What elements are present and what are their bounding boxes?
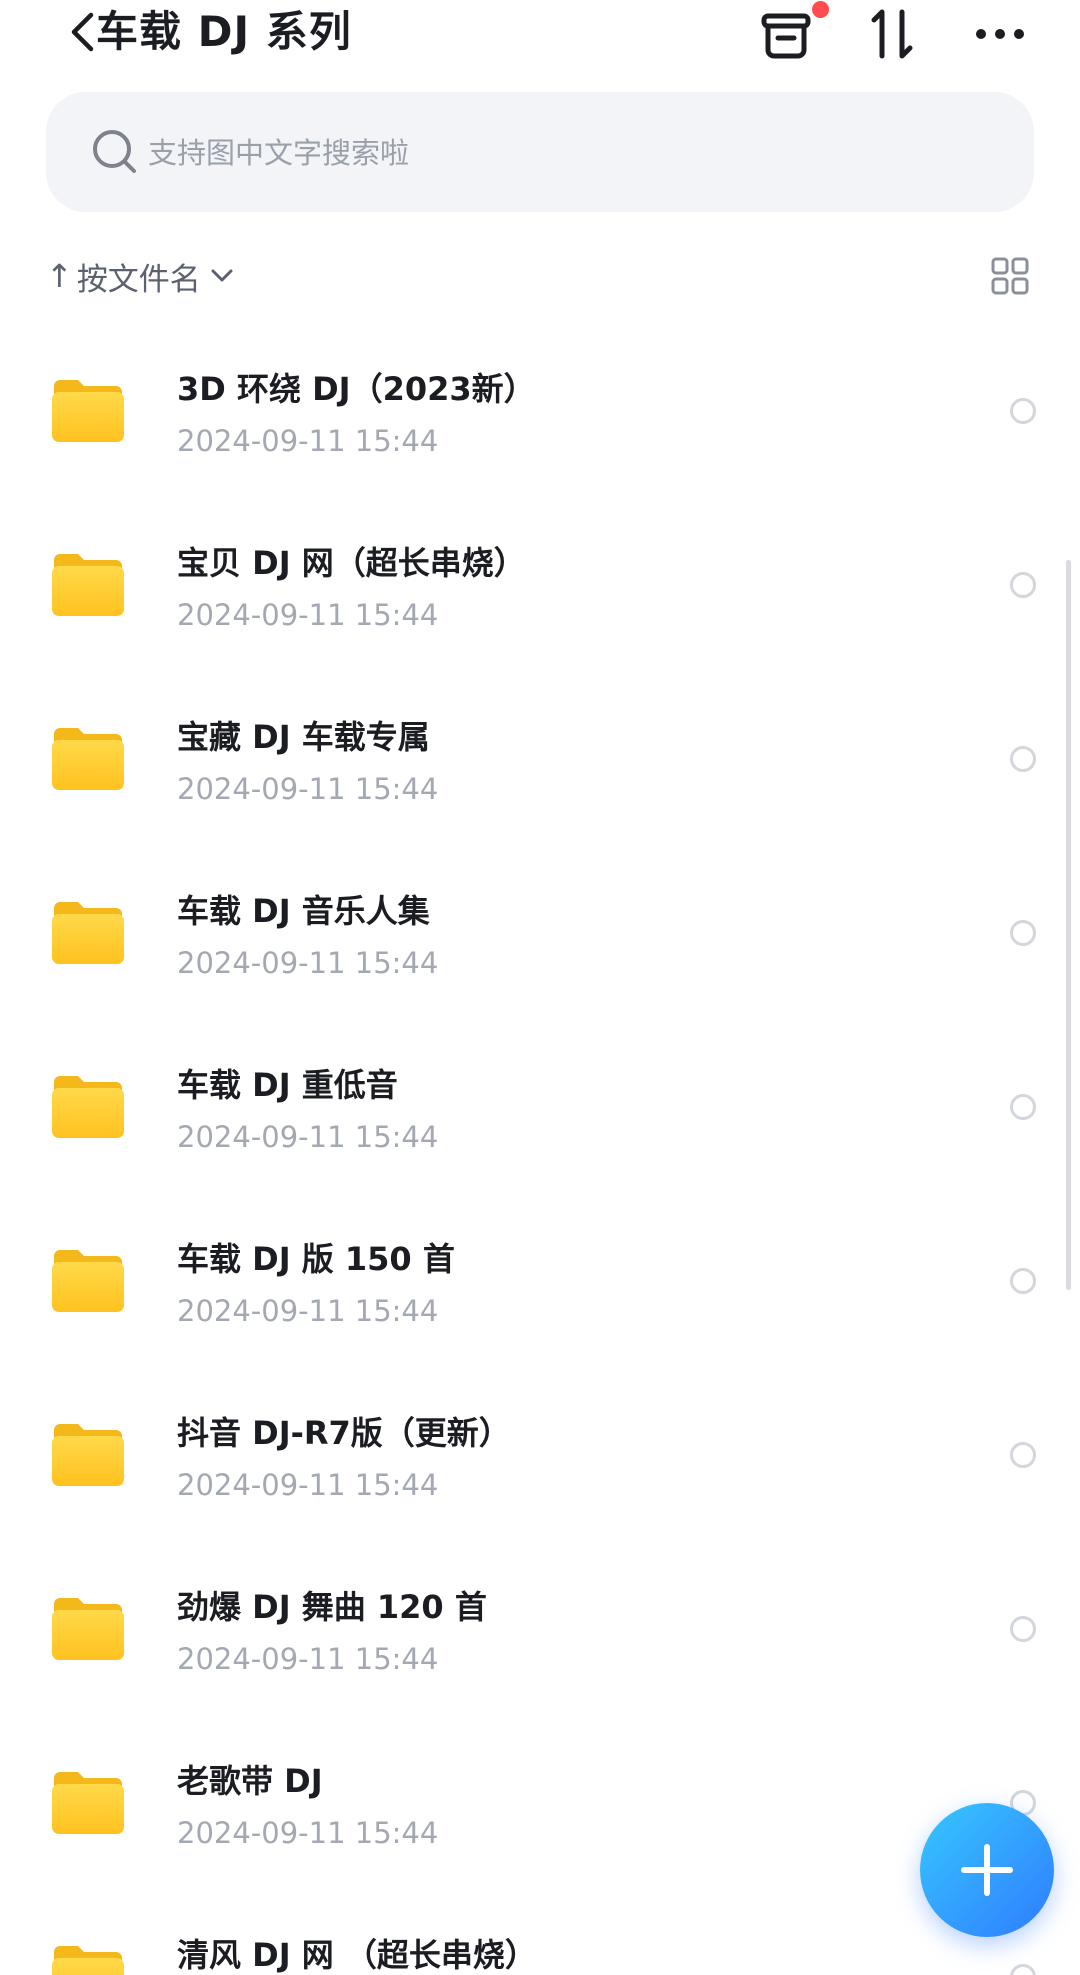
add-button[interactable] <box>920 1803 1054 1937</box>
select-radio[interactable] <box>1010 572 1036 598</box>
item-date: 2024-09-11 15:44 <box>177 598 439 632</box>
select-radio[interactable] <box>1010 746 1036 772</box>
chevron-left-icon <box>71 12 94 52</box>
folder-icon <box>52 1424 124 1486</box>
item-name: 老歌带 DJ <box>177 1762 323 1800</box>
folder-icon <box>52 554 124 616</box>
list-item[interactable]: 车载 DJ 版 150 首 2024-09-11 15:44 <box>0 1200 1080 1374</box>
page-title: 车载 DJ 系列 <box>96 7 352 56</box>
notification-dot <box>812 1 829 18</box>
folder-icon <box>52 902 124 964</box>
sort-toggle-icon <box>871 9 913 59</box>
item-name: 车载 DJ 版 150 首 <box>177 1240 455 1278</box>
item-date: 2024-09-11 15:44 <box>177 1468 439 1502</box>
search-bar[interactable] <box>46 92 1034 212</box>
sort-toggle-button[interactable] <box>862 4 922 64</box>
item-date: 2024-09-11 15:44 <box>177 424 439 458</box>
item-name: 抖音 DJ-R7版（更新） <box>177 1414 511 1452</box>
folder-icon <box>52 1946 124 1975</box>
list-item[interactable]: 劲爆 DJ 舞曲 120 首 2024-09-11 15:44 <box>0 1548 1080 1722</box>
item-date: 2024-09-11 15:44 <box>177 1120 439 1154</box>
sort-dropdown[interactable]: ↑ 按文件名 <box>46 248 233 304</box>
select-radio[interactable] <box>1010 1616 1036 1642</box>
select-radio[interactable] <box>1010 1268 1036 1294</box>
folder-icon <box>52 1772 124 1834</box>
list-item[interactable]: 清风 DJ 网 （超长串烧） <box>0 1896 1080 1975</box>
select-radio[interactable] <box>1010 1442 1036 1468</box>
item-date: 2024-09-11 15:44 <box>177 1816 439 1850</box>
item-name: 车载 DJ 重低音 <box>177 1066 398 1104</box>
top-bar: 车载 DJ 系列 <box>0 0 1080 70</box>
folder-icon <box>52 1250 124 1312</box>
transfer-bag-button[interactable] <box>756 4 816 64</box>
item-date: 2024-09-11 15:44 <box>177 1294 439 1328</box>
item-name: 车载 DJ 音乐人集 <box>177 892 430 930</box>
item-name: 宝藏 DJ 车载专属 <box>177 718 430 756</box>
grid-view-icon[interactable] <box>990 256 1030 296</box>
folder-icon <box>52 1598 124 1660</box>
folder-icon <box>52 728 124 790</box>
sort-direction-arrow: ↑ <box>46 257 73 295</box>
list-item[interactable]: 车载 DJ 重低音 2024-09-11 15:44 <box>0 1026 1080 1200</box>
item-date: 2024-09-11 15:44 <box>177 1642 439 1676</box>
folder-icon <box>52 380 124 442</box>
select-radio[interactable] <box>1010 920 1036 946</box>
folder-icon <box>52 1076 124 1138</box>
more-button[interactable] <box>970 4 1030 64</box>
list-item[interactable]: 老歌带 DJ 2024-09-11 15:44 <box>0 1722 1080 1896</box>
search-input[interactable] <box>146 120 970 186</box>
list-item[interactable]: 宝藏 DJ 车载专属 2024-09-11 15:44 <box>0 678 1080 852</box>
chevron-down-icon <box>211 269 233 282</box>
file-browser-screen: 车载 DJ 系列 支持图中文字搜索啦 ↑ 按文件名 3D 环绕 DJ（2023新… <box>0 0 1080 1975</box>
list-item[interactable]: 3D 环绕 DJ（2023新） 2024-09-11 15:44 <box>0 330 1080 504</box>
sort-label: 按文件名 <box>76 261 201 298</box>
item-name: 3D 环绕 DJ（2023新） <box>177 370 536 408</box>
item-name: 清风 DJ 网 （超长串烧） <box>177 1936 537 1974</box>
item-date: 2024-09-11 15:44 <box>177 946 439 980</box>
scrollbar[interactable] <box>1066 560 1071 1290</box>
item-date: 2024-09-11 15:44 <box>177 772 439 806</box>
more-icon <box>976 29 1024 39</box>
select-radio[interactable] <box>1010 1094 1036 1120</box>
select-radio[interactable] <box>1010 398 1036 424</box>
select-radio[interactable] <box>1010 1964 1036 1975</box>
list-item[interactable]: 抖音 DJ-R7版（更新） 2024-09-11 15:44 <box>0 1374 1080 1548</box>
search-icon <box>93 130 136 173</box>
item-name: 宝贝 DJ 网（超长串烧） <box>177 544 526 582</box>
bag-icon <box>761 13 811 59</box>
list-item[interactable]: 宝贝 DJ 网（超长串烧） 2024-09-11 15:44 <box>0 504 1080 678</box>
plus-icon <box>961 1844 1013 1896</box>
item-name: 劲爆 DJ 舞曲 120 首 <box>177 1588 487 1626</box>
list-item[interactable]: 车载 DJ 音乐人集 2024-09-11 15:44 <box>0 852 1080 1026</box>
